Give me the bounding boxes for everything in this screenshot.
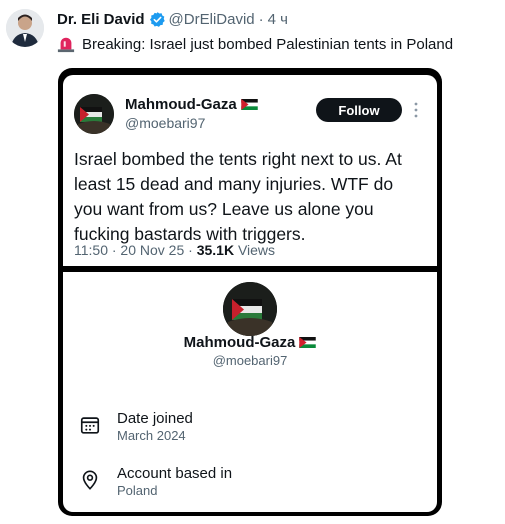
quoted-name[interactable]: Mahmoud-Gaza (125, 96, 258, 113)
views-count: 35.1K (196, 242, 235, 258)
quoted-tweet-meta: 11:50 · 20 Nov 25 · 35.1K Views (74, 242, 275, 258)
post-header: Dr. Eli David @DrEliDavid · 4 ч (57, 11, 288, 28)
more-options-icon[interactable] (412, 101, 420, 119)
verified-badge-icon (149, 12, 165, 27)
location-pin-icon (82, 470, 98, 490)
account-based-value: Poland (117, 483, 158, 498)
profile-handle[interactable]: @moebari97 (63, 353, 437, 368)
account-based-label: Account based in (117, 465, 233, 482)
siren-icon (57, 37, 75, 53)
views-label: Views (234, 242, 276, 258)
profile-name-text: Mahmoud-Gaza (183, 334, 296, 351)
post-text: Breaking: Israel just bombed Palestinian… (57, 35, 453, 53)
calendar-icon (80, 417, 100, 434)
author-handle[interactable]: @DrEliDavid (169, 11, 255, 28)
quoted-avatar-image (74, 94, 114, 134)
palestine-flag-icon (299, 337, 317, 348)
quoted-timestamp[interactable]: 11:50 · 20 Nov 25 · (74, 242, 197, 258)
quoted-tweet-text: Israel bombed the tents right next to us… (74, 149, 402, 244)
follow-button[interactable]: Follow (316, 98, 402, 122)
quoted-name-text: Mahmoud-Gaza (125, 96, 237, 113)
about-account-card: Mahmoud-Gaza @moebari97 Date joined Marc… (63, 272, 437, 512)
date-joined-value: March 2024 (117, 428, 186, 443)
author-name[interactable]: Dr. Eli David (57, 11, 145, 28)
post-text-content: Breaking: Israel just bombed Palestinian… (82, 35, 454, 53)
palestine-flag-icon (240, 99, 258, 110)
date-joined-label: Date joined (117, 410, 193, 427)
author-avatar[interactable] (6, 9, 44, 47)
quoted-tweet[interactable]: Mahmoud-Gaza @moebari97 Follow Israel bo… (63, 75, 437, 266)
profile-name[interactable]: Mahmoud-Gaza (63, 334, 437, 351)
quoted-avatar[interactable] (74, 94, 114, 134)
profile-avatar[interactable] (223, 282, 277, 336)
quoted-handle[interactable]: @moebari97 (125, 115, 205, 131)
header-separator: · (258, 11, 264, 28)
profile-avatar-image (223, 282, 277, 336)
post-time[interactable]: 4 ч (268, 11, 288, 28)
author-avatar-image (6, 9, 44, 47)
